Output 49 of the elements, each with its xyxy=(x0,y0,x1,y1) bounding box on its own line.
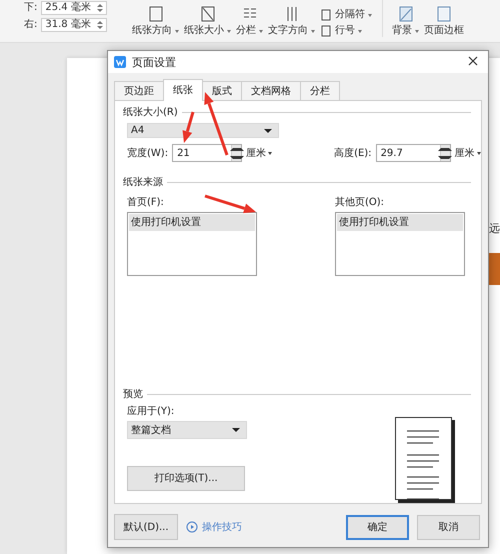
width-field[interactable]: 21 xyxy=(172,144,242,162)
dropdown-arrow-icon xyxy=(264,128,272,132)
tab[interactable]: 页边距 xyxy=(114,81,164,100)
toolbar-button[interactable]: 纸张大小 xyxy=(184,5,231,37)
height-field[interactable]: 29.7 xyxy=(376,144,451,162)
unit-dropdown[interactable]: 厘米 xyxy=(242,146,272,160)
spinner-icon[interactable] xyxy=(440,145,450,161)
apply-to-dropdown[interactable]: 整篇文档 xyxy=(127,421,247,439)
margin-field[interactable]: 31.8 毫米 xyxy=(41,18,108,32)
dropdown-arrow-icon xyxy=(232,428,240,432)
separator-button[interactable]: 分隔符 xyxy=(320,9,372,21)
list-label: 首页(F): xyxy=(127,196,164,209)
paper-source-list[interactable]: 使用打印机设置 xyxy=(335,212,465,276)
toolbar-button[interactable]: 纸张方向 xyxy=(132,5,179,37)
section-label: 纸张大小(R) xyxy=(123,106,178,119)
section-label: 纸张来源 xyxy=(123,176,163,189)
margin-label: 右: xyxy=(24,19,38,31)
list-item[interactable]: 使用打印机设置 xyxy=(129,214,255,231)
tips-link[interactable]: 操作技巧 xyxy=(186,520,242,534)
unit-dropdown[interactable]: 厘米 xyxy=(450,146,481,160)
document-text: 远 xyxy=(489,222,500,235)
tab[interactable]: 分栏 xyxy=(300,81,340,100)
dialog-title: 页面设置 xyxy=(132,56,177,68)
line-number-button[interactable]: 行号 xyxy=(320,25,372,37)
print-options-button[interactable]: 打印选项(T)... xyxy=(127,466,245,491)
apply-to-label: 应用于(Y): xyxy=(127,405,176,418)
list-label: 其他页(O): xyxy=(335,196,384,209)
app-logo-icon xyxy=(114,56,126,68)
width-label: 宽度(W): xyxy=(127,146,168,160)
height-label: 高度(E): xyxy=(334,146,372,160)
section-label: 预览 xyxy=(123,388,143,401)
default-button[interactable]: 默认(D)... xyxy=(114,514,178,540)
tab[interactable]: 纸张 xyxy=(163,79,203,101)
toolbar-button[interactable]: 页面边框 xyxy=(424,5,464,37)
margin-label: 下: xyxy=(24,2,38,14)
toolbar-button[interactable]: 文字方向 xyxy=(268,5,315,37)
paper-source-list[interactable]: 使用打印机设置 xyxy=(127,212,257,276)
annotation-arrow xyxy=(204,194,256,214)
cancel-button[interactable]: 取消 xyxy=(417,514,480,540)
margin-field[interactable]: 25.4 毫米 xyxy=(41,1,108,15)
spinner-icon[interactable] xyxy=(231,145,242,161)
toolbar-button[interactable]: 背景 xyxy=(392,5,419,37)
close-icon xyxy=(468,56,478,66)
play-icon xyxy=(186,521,198,533)
list-item[interactable]: 使用打印机设置 xyxy=(337,214,463,231)
annotation-arrow xyxy=(182,112,194,143)
paper-size-dropdown[interactable]: A4 xyxy=(127,123,279,138)
toolbar-button[interactable]: 分栏 xyxy=(236,5,263,37)
ok-button[interactable]: 确定 xyxy=(346,514,409,540)
